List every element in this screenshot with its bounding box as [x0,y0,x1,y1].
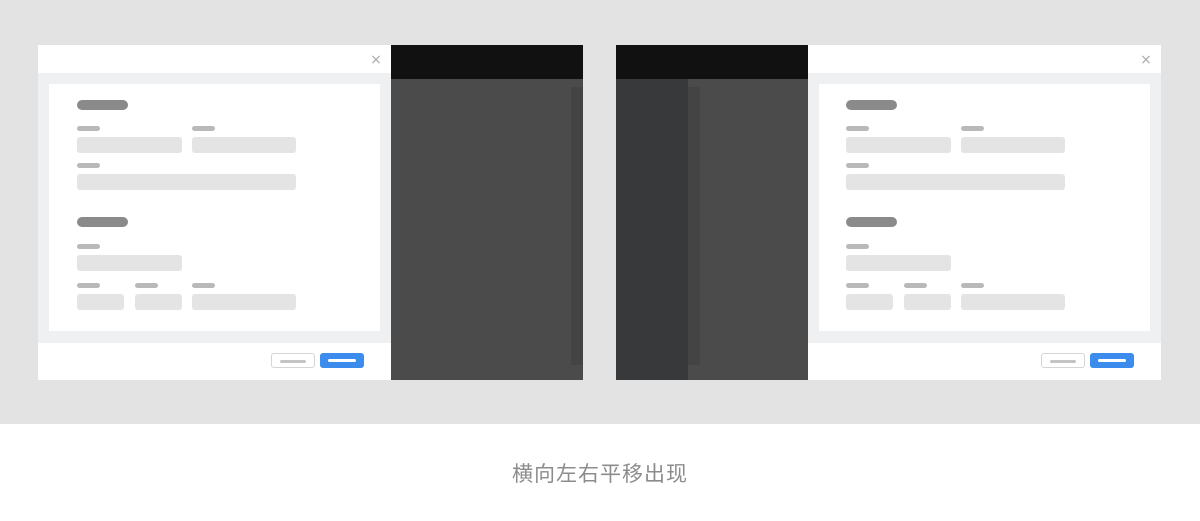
input-field-placeholder[interactable] [192,137,296,153]
left-drawer-header: × [38,45,391,73]
confirm-button[interactable] [320,353,364,368]
field-label-placeholder [846,244,869,249]
right-drawer-header: × [808,45,1161,73]
input-field-placeholder[interactable] [77,294,124,310]
input-field-placeholder[interactable] [961,137,1065,153]
close-icon[interactable]: × [1139,53,1153,67]
confirm-button[interactable] [1090,353,1134,368]
left-page-overlay-edge [571,87,583,365]
input-field-placeholder[interactable] [846,174,1065,190]
section-title-placeholder [77,217,128,227]
field-label-placeholder [77,244,100,249]
close-icon[interactable]: × [369,53,383,67]
input-field-placeholder[interactable] [846,137,951,153]
left-page-overlay [391,79,583,380]
field-label-placeholder [77,283,100,288]
input-field-placeholder[interactable] [961,294,1065,310]
input-field-placeholder[interactable] [77,137,182,153]
input-field-placeholder[interactable] [77,255,182,271]
section-title-placeholder [846,100,897,110]
field-label-placeholder [846,283,869,288]
caption: 横向左右平移出现 [512,461,688,486]
field-label-placeholder [961,283,984,288]
field-label-placeholder [846,126,869,131]
field-label-placeholder [135,283,158,288]
field-label-placeholder [904,283,927,288]
input-field-placeholder[interactable] [846,294,893,310]
field-label-placeholder [961,126,984,131]
cancel-button[interactable] [1041,353,1085,368]
right-example: × [616,45,1161,380]
right-page-overlay-edge [688,87,700,365]
field-label-placeholder [77,126,100,131]
field-label-placeholder [192,283,215,288]
field-label-placeholder [77,163,100,168]
input-field-placeholder[interactable] [192,294,296,310]
section-title-placeholder [846,217,897,227]
right-drawer: × [808,45,1161,380]
field-label-placeholder [192,126,215,131]
input-field-placeholder[interactable] [904,294,951,310]
section-title-placeholder [77,100,128,110]
input-field-placeholder[interactable] [135,294,182,310]
field-label-placeholder [846,163,869,168]
right-page-header-dimmed [616,45,808,79]
right-page-overlay [688,79,808,380]
input-field-placeholder[interactable] [77,174,296,190]
left-example: × [38,45,583,380]
right-page-sidebar-dimmed [616,79,688,380]
left-page-header-dimmed [391,45,583,79]
input-field-placeholder[interactable] [846,255,951,271]
cancel-button[interactable] [271,353,315,368]
left-drawer: × [38,45,391,380]
diagram-stage: × × [0,0,1200,424]
